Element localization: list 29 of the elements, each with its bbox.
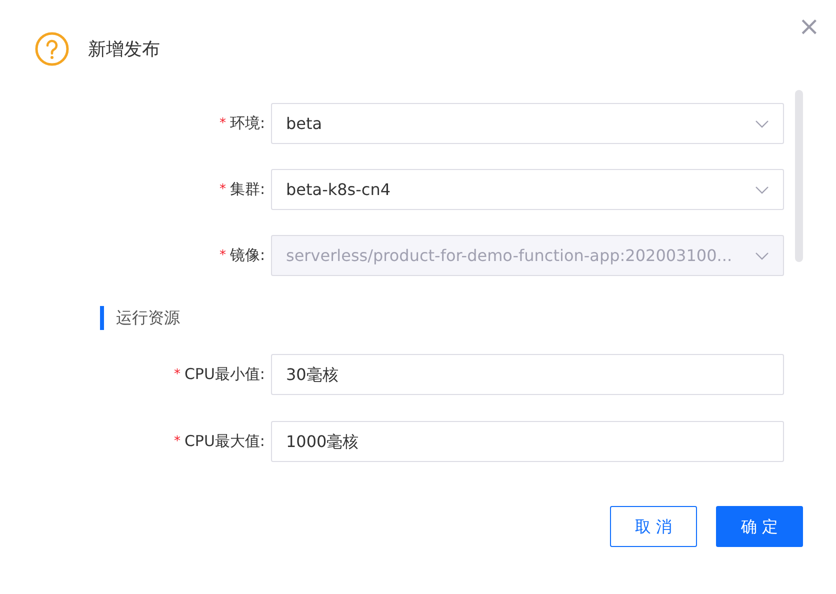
field-value: 1000毫核 bbox=[286, 430, 360, 452]
input-field[interactable]: 1000毫核 bbox=[271, 421, 784, 462]
required-mark: * bbox=[219, 180, 226, 199]
required-mark: * bbox=[219, 114, 226, 133]
required-mark: * bbox=[219, 246, 226, 265]
select-field[interactable]: beta bbox=[271, 103, 784, 144]
scrollbar[interactable] bbox=[795, 90, 803, 262]
field-label: 集群: bbox=[230, 179, 265, 200]
chevron-down-icon bbox=[755, 252, 769, 260]
field-value: beta bbox=[286, 112, 324, 134]
select-field[interactable]: beta-k8s-cn4 bbox=[271, 169, 784, 210]
dialog-title: 新增发布 bbox=[88, 38, 160, 62]
question-icon bbox=[35, 32, 69, 66]
required-mark: * bbox=[174, 366, 180, 384]
chevron-down-icon bbox=[755, 120, 769, 128]
confirm-button[interactable]: 确 定 bbox=[716, 506, 803, 547]
field-value: beta-k8s-cn4 bbox=[286, 178, 392, 200]
field-label: 环境: bbox=[230, 113, 265, 134]
cancel-button[interactable]: 取 消 bbox=[610, 506, 697, 547]
input-field[interactable]: 30毫核 bbox=[271, 354, 784, 395]
field-label: 镜像: bbox=[230, 245, 265, 266]
field-value: serverless/product-for-demo-function-app:202003100... bbox=[286, 244, 734, 266]
field-value: 30毫核 bbox=[286, 364, 340, 386]
field-label: CPU最大值: bbox=[184, 431, 265, 452]
section-marker bbox=[100, 306, 104, 330]
required-mark: * bbox=[174, 432, 180, 451]
chevron-down-icon bbox=[755, 186, 769, 194]
section-title: 运行资源 bbox=[116, 307, 180, 329]
field-label: CPU最小值: bbox=[184, 364, 265, 386]
